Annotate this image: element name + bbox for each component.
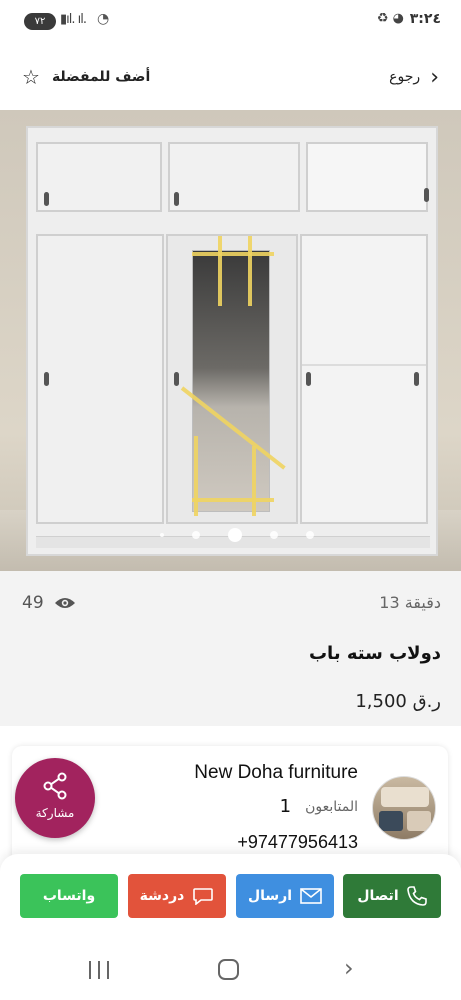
add-to-favorites-button[interactable]: ☆ أضف للمفضلة: [22, 64, 150, 90]
followers-count: 1: [279, 796, 292, 817]
gallery-pagination[interactable]: [0, 528, 461, 542]
gallery-dot[interactable]: [159, 533, 164, 537]
notification-icons: ♻ ◕: [376, 11, 404, 26]
wardrobe-photo: [26, 126, 438, 556]
signal-icon: ▮ıl. ıl.: [60, 12, 87, 27]
gallery-dot[interactable]: [191, 531, 200, 539]
home-icon[interactable]: [218, 959, 239, 980]
posted-time: 13 دقيقة: [379, 593, 441, 612]
gallery-dot[interactable]: [269, 531, 278, 539]
action-bar: واتساب دردشة ارسال اتصال: [0, 854, 461, 940]
clock: ٣:٢٤: [409, 11, 441, 27]
view-count: 49: [22, 593, 76, 613]
wifi-icon: ◔: [97, 11, 110, 27]
seller-followers: المتابعون 1: [280, 796, 358, 817]
call-label: اتصال: [357, 888, 399, 904]
gallery-dot[interactable]: [305, 531, 314, 539]
chat-label: دردشة: [139, 888, 185, 904]
envelope-icon: [300, 888, 322, 904]
listing-info: 49 13 دقيقة دولاب سته باب 1,500 ر.ق: [0, 571, 461, 726]
seller-avatar[interactable]: [372, 776, 436, 840]
seller-name[interactable]: New Doha furniture: [194, 762, 358, 784]
system-navigation-bar: ›: [0, 940, 461, 1000]
send-message-button[interactable]: ارسال: [236, 874, 334, 918]
phone-icon: [406, 886, 427, 906]
chat-bubble-icon: [193, 888, 214, 905]
share-icon: [43, 772, 67, 800]
back-label: رجوع: [389, 69, 421, 85]
recent-apps-icon[interactable]: [89, 961, 111, 979]
nav-back-icon[interactable]: ›: [344, 954, 354, 982]
listing-price: 1,500 ر.ق: [355, 691, 441, 712]
share-button[interactable]: مشاركة: [15, 758, 95, 838]
status-bar: ٧٢ ▮ıl. ıl. ◔ ♻ ◕ ٣:٢٤: [0, 0, 461, 44]
views-number: 49: [22, 593, 44, 613]
top-bar: ☆ أضف للمفضلة رجوع ›: [0, 44, 461, 110]
battery-indicator: ٧٢: [24, 13, 56, 30]
chevron-right-icon: ›: [430, 64, 439, 90]
eye-icon: [54, 598, 75, 608]
send-label: ارسال: [247, 888, 293, 904]
whatsapp-label: واتساب: [42, 888, 96, 904]
back-button[interactable]: رجوع ›: [389, 64, 439, 90]
call-button[interactable]: اتصال: [343, 874, 441, 918]
followers-label: المتابعون: [305, 798, 358, 815]
star-icon: ☆: [22, 65, 40, 89]
gallery-dot[interactable]: [227, 528, 242, 542]
share-label: مشاركة: [35, 806, 75, 820]
image-gallery[interactable]: [0, 110, 461, 571]
chat-button[interactable]: دردشة: [128, 874, 226, 918]
whatsapp-button[interactable]: واتساب: [20, 874, 118, 918]
listing-title: دولاب سته باب: [308, 643, 441, 664]
favorites-label: أضف للمفضلة: [51, 69, 151, 85]
seller-phone[interactable]: +97477956413: [237, 832, 358, 853]
